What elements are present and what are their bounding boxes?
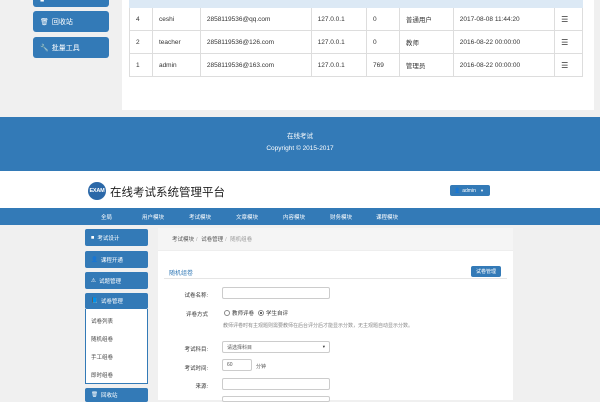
list-icon[interactable]: ☰ [561, 15, 568, 24]
submenu-paper-list[interactable]: 试卷列表 [91, 317, 113, 325]
exam-time-input[interactable]: 60 [222, 359, 252, 371]
footer-title: 在线考试 [287, 133, 313, 140]
wrench-icon: 🔧 [40, 44, 49, 52]
sidebar-item-paper-mgmt[interactable]: 📘 试卷管理 [85, 293, 148, 309]
radio-teacher-grading[interactable]: 教师评卷 [224, 309, 254, 317]
radio-selected-icon [258, 310, 264, 316]
breadcrumb-item[interactable]: 试卷管理 [201, 237, 223, 243]
nav-item-global[interactable]: 全局 [101, 213, 112, 221]
nav-item-users[interactable]: 用户模块 [142, 213, 164, 221]
sidebar-item-question-mgmt[interactable]: ⚠ 试题管理 [85, 272, 148, 289]
table-row: 2 teacher 2858119536@126.com 127.0.0.1 0… [129, 30, 583, 54]
submenu-instant-paper[interactable]: 即时组卷 [91, 371, 113, 379]
paper-mgmt-submenu: 试卷列表 随机组卷 手工组卷 即时组卷 [85, 309, 148, 384]
caret-down-icon: ▾ [322, 344, 325, 349]
table-header-strip [129, 0, 583, 8]
subject-label: 考试科目: [184, 347, 208, 353]
user-icon: 👤 [454, 187, 461, 194]
site-footer: 在线考试 Copyright © 2015-2017 [0, 117, 600, 171]
paper-name-label: 试卷名称: [184, 293, 208, 299]
warning-icon: ⚠ [91, 277, 96, 284]
sidebar-item-course-open[interactable]: 👤 课程开通 [85, 251, 148, 268]
list-icon[interactable]: ☰ [561, 38, 568, 47]
footer-copyright: Copyright © 2015-2017 [266, 145, 334, 152]
list-icon[interactable]: ☰ [561, 61, 568, 70]
sidebar-item-exam-design[interactable]: ■ 考试设计 [85, 229, 148, 246]
exam-time-label: 考试时间: [184, 366, 208, 372]
user-icon: 👤 [91, 256, 98, 263]
nav-item-finance[interactable]: 财务模块 [330, 213, 352, 221]
user-menu-button[interactable]: 👤 admin ▾ [450, 185, 490, 196]
time-unit: 分钟 [256, 364, 267, 370]
book-icon: 📘 [91, 298, 98, 304]
breadcrumb-item[interactable]: 考试模块 [172, 237, 194, 243]
sidebar-item-batch-tools[interactable]: 🔧 批量工具 [33, 37, 109, 58]
th-icon: ■ [91, 234, 95, 241]
panel-title: 随机组卷 [169, 271, 194, 277]
nav-item-content[interactable]: 内容模块 [283, 213, 305, 221]
nav-item-articles[interactable]: 文章模块 [236, 213, 258, 221]
source-input[interactable] [222, 378, 330, 390]
radio-self-grading[interactable]: 学生自评 [258, 309, 288, 317]
main-panel [158, 228, 513, 400]
th-icon: ■ [40, 0, 45, 4]
breadcrumb-current: 随机组卷 [230, 237, 253, 243]
submenu-manual-paper[interactable]: 手工组卷 [91, 353, 113, 361]
trash-icon: 🗑 [40, 18, 49, 26]
source-label: 来源: [195, 384, 208, 390]
extra-input[interactable] [222, 396, 330, 402]
grading-hint: 教师评卷时有主观题则需要教师在后台评分后才能显示分数，无主观题自动显示分数。 [223, 323, 414, 329]
user-table: 4 ceshi 2858119536@qq.com 127.0.0.1 0 普通… [129, 0, 583, 77]
trash-icon: 🗑 [91, 392, 98, 398]
grading-method-label: 评卷方式 [185, 312, 208, 318]
logo: EXAM [88, 182, 106, 200]
site-title: 在线考试系统管理平台 [110, 187, 225, 199]
main-navbar: 全局 用户模块 考试模块 文章模块 内容模块 财务模块 课程模块 [0, 208, 600, 225]
paper-manage-button[interactable]: 试卷管理 [471, 266, 501, 277]
nav-item-exam[interactable]: 考试模块 [189, 213, 211, 221]
table-row: 1 admin 2858119536@163.com 127.0.0.1 769… [129, 53, 583, 77]
divider [164, 278, 507, 279]
table-row: 4 ceshi 2858119536@qq.com 127.0.0.1 0 普通… [129, 7, 583, 31]
paper-name-input[interactable] [222, 287, 330, 299]
submenu-random-paper[interactable]: 随机组卷 [91, 335, 113, 343]
sidebar-item-recycle-bin[interactable]: 🗑 回收站 [33, 11, 109, 32]
sidebar-item-top[interactable]: ■ [33, 0, 109, 7]
nav-item-courses[interactable]: 课程模块 [376, 213, 398, 221]
subject-select[interactable]: 请选择科目 ▾ [222, 341, 330, 353]
caret-down-icon: ▾ [480, 187, 484, 193]
breadcrumb: 考试模块 / 试卷管理 / 随机组卷 [158, 228, 513, 251]
radio-icon [224, 310, 230, 316]
